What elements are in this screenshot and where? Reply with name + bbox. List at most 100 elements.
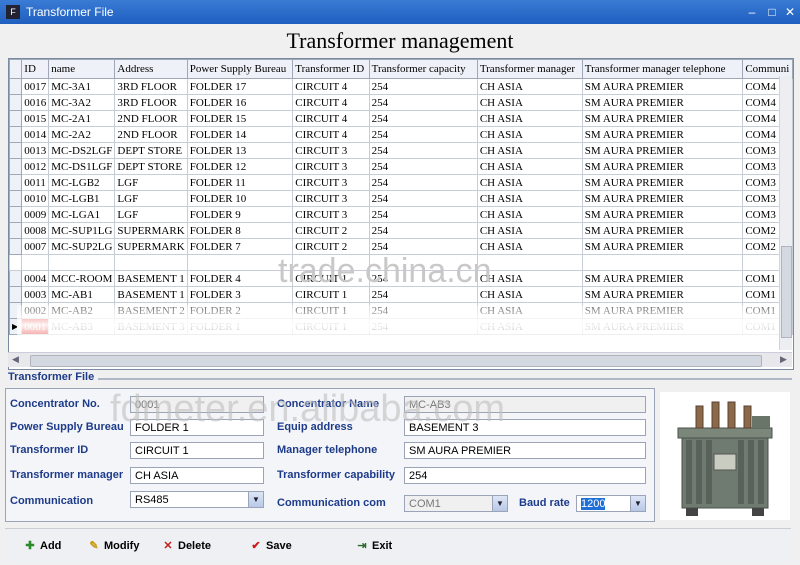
table-cell: MC-AB2: [48, 302, 116, 319]
table-cell: MC-AB3: [48, 318, 116, 335]
communication-com-label: Communication com: [277, 497, 386, 509]
row-indicator[interactable]: [9, 142, 23, 159]
transformer-capability-label: Transformer capability: [277, 469, 395, 481]
row-indicator[interactable]: [9, 126, 23, 143]
table-cell: 0017: [21, 78, 50, 95]
table-row[interactable]: 0012 MC-DS1LGF DEPT STORE FOLDER 12 CIRCUIT …: [9, 158, 793, 175]
minimize-button[interactable]: –: [744, 4, 760, 20]
table-cell: 0008: [21, 222, 50, 239]
table-cell: SM AURA PREMIER: [581, 206, 744, 223]
chevron-down-icon[interactable]: ▼: [492, 496, 507, 511]
obscured-cell: [9, 254, 23, 271]
table-cell: 254: [368, 238, 478, 255]
row-indicator[interactable]: [9, 206, 23, 223]
table-row[interactable]: 0008 MC-SUP1LG SUPERMARK FOLDER 8 CIRCUIT 22…: [9, 222, 793, 239]
grid-header-7[interactable]: Transformer manager telephone: [581, 59, 744, 79]
manager-telephone-field[interactable]: SM AURA PREMIER: [404, 442, 646, 459]
row-indicator[interactable]: ▶: [9, 318, 23, 335]
baud-rate-select[interactable]: 1200 ▼: [576, 495, 646, 512]
row-indicator[interactable]: [9, 94, 23, 111]
modify-button[interactable]: ✎ Modify: [87, 539, 139, 555]
psb-field[interactable]: FOLDER 1: [130, 419, 264, 436]
table-row[interactable]: 0010 MC-LGB1 LGF FOLDER 10 CIRCUIT 3 254 CH AS…: [9, 190, 793, 207]
scroll-left-icon[interactable]: ◀: [12, 354, 19, 365]
table-cell: MC-2A1: [48, 110, 116, 127]
obscured-cell: [368, 254, 478, 271]
table-row[interactable]: 0002 MC-AB2 BASEMENT 2 FOLDER 2 CIRCUIT 1 254…: [9, 302, 793, 319]
grid-header-2[interactable]: Address: [114, 59, 188, 79]
table-row[interactable]: 0014 MC-2A2 2ND FLOOR FOLDER 14 CIRCUIT 4 254…: [9, 126, 793, 143]
concentrator-no-field[interactable]: 0001: [130, 396, 264, 413]
add-button[interactable]: ✚ Add: [23, 539, 61, 555]
table-cell: SM AURA PREMIER: [581, 94, 744, 111]
table-row[interactable]: 0016 MC-3A2 3RD FLOOR FOLDER 16 CIRCUIT 4 254…: [9, 94, 793, 111]
table-row[interactable]: 0007 MC-SUP2LG SUPERMARK FOLDER 7 CIRCUIT 22…: [9, 238, 793, 255]
exit-button[interactable]: ⇥ Exit: [355, 539, 392, 555]
table-row[interactable]: 0003 MC-AB1 BASEMENT 1 FOLDER 3 CIRCUIT 1 254…: [9, 286, 793, 303]
close-button[interactable]: ✕: [782, 4, 798, 20]
row-indicator[interactable]: [9, 286, 23, 303]
horizontal-scrollbar[interactable]: ◀ ▶: [8, 352, 792, 367]
table-cell: SM AURA PREMIER: [581, 190, 744, 207]
table-cell: SM AURA PREMIER: [581, 110, 744, 127]
communication-com-select[interactable]: COM1 ▼: [404, 495, 508, 512]
table-row[interactable]: 0013 MC-DS2LGF DEPT STORE FOLDER 13 CIRCUIT …: [9, 142, 793, 159]
grid-header-row: ID name Address Power Supply Bureau Transfor…: [9, 59, 793, 79]
table-cell: 254: [368, 158, 478, 175]
communication-select[interactable]: RS485 ▼: [130, 491, 264, 508]
table-cell: SM AURA PREMIER: [581, 286, 744, 303]
vertical-scroll-thumb[interactable]: [781, 246, 792, 338]
table-row[interactable]: 0009 MC-LGA1 LGF FOLDER 9 CIRCUIT 3 254 CH ASI…: [9, 206, 793, 223]
concentrator-name-field[interactable]: MC-AB3: [404, 396, 646, 413]
grid-header-3[interactable]: Power Supply Bureau: [186, 59, 294, 79]
table-cell: CIRCUIT 1: [292, 270, 370, 287]
table-cell: 254: [368, 270, 478, 287]
obscured-cell: [292, 254, 370, 271]
equip-address-label: Equip address: [277, 421, 353, 433]
vertical-scrollbar[interactable]: [779, 76, 792, 350]
communication-value: RS485: [135, 494, 169, 506]
table-row[interactable]: 0017 MC-3A1 3RD FLOOR FOLDER 17 CIRCUIT 4 254…: [9, 78, 793, 95]
transformer-grid[interactable]: ID name Address Power Supply Bureau Transfor…: [8, 58, 794, 370]
grid-header-1[interactable]: name: [48, 59, 116, 79]
grid-header-4[interactable]: Transformer ID: [292, 59, 370, 79]
table-cell: SM AURA PREMIER: [581, 126, 744, 143]
row-indicator[interactable]: [9, 78, 23, 95]
equip-address-field[interactable]: BASEMENT 3: [404, 419, 646, 436]
delete-button[interactable]: ✕ Delete: [161, 539, 211, 555]
table-cell: CH ASIA: [476, 94, 583, 111]
save-button[interactable]: ✔ Save: [249, 539, 291, 555]
row-indicator[interactable]: [9, 270, 23, 287]
table-cell: MC-LGB2: [48, 174, 116, 191]
table-row[interactable]: 0011 MC-LGB2 LGF FOLDER 11 CIRCUIT 3 254 CH AS…: [9, 174, 793, 191]
transformer-manager-field[interactable]: CH ASIA: [130, 467, 264, 484]
chevron-down-icon[interactable]: ▼: [248, 492, 263, 507]
transformer-id-field[interactable]: CIRCUIT 1: [130, 442, 264, 459]
table-cell: 0010: [21, 190, 50, 207]
scroll-right-icon[interactable]: ▶: [780, 354, 787, 365]
grid-header-0[interactable]: ID: [21, 59, 50, 79]
grid-header-5[interactable]: Transformer capacity: [368, 59, 478, 79]
table-cell: 0009: [21, 206, 50, 223]
table-cell: MC-DS1LGF: [48, 158, 116, 175]
horizontal-scroll-thumb[interactable]: [30, 355, 762, 367]
row-indicator[interactable]: [9, 110, 23, 127]
table-cell: FOLDER 15: [186, 110, 294, 127]
table-cell: FOLDER 11: [186, 174, 294, 191]
table-cell: 0016: [21, 94, 50, 111]
table-cell: FOLDER 16: [186, 94, 294, 111]
table-row[interactable]: ▶ 0001 MC-AB3 BASEMENT 3 FOLDER 1 CIRCUIT 1 25…: [9, 318, 793, 335]
row-indicator[interactable]: [9, 158, 23, 175]
row-indicator[interactable]: [9, 174, 23, 191]
row-indicator[interactable]: [9, 302, 23, 319]
chevron-down-icon[interactable]: ▼: [630, 496, 645, 511]
maximize-button[interactable]: □: [764, 4, 780, 20]
table-cell: FOLDER 13: [186, 142, 294, 159]
table-row[interactable]: 0004 MCC-ROOM BASEMENT 1 FOLDER 4 CIRCUIT 12…: [9, 270, 793, 287]
grid-header-6[interactable]: Transformer manager: [476, 59, 583, 79]
row-indicator[interactable]: [9, 190, 23, 207]
row-indicator[interactable]: [9, 222, 23, 239]
transformer-capability-field[interactable]: 254: [404, 467, 646, 484]
table-row[interactable]: 0015 MC-2A1 2ND FLOOR FOLDER 15 CIRCUIT 4 254…: [9, 110, 793, 127]
row-indicator[interactable]: [9, 238, 23, 255]
